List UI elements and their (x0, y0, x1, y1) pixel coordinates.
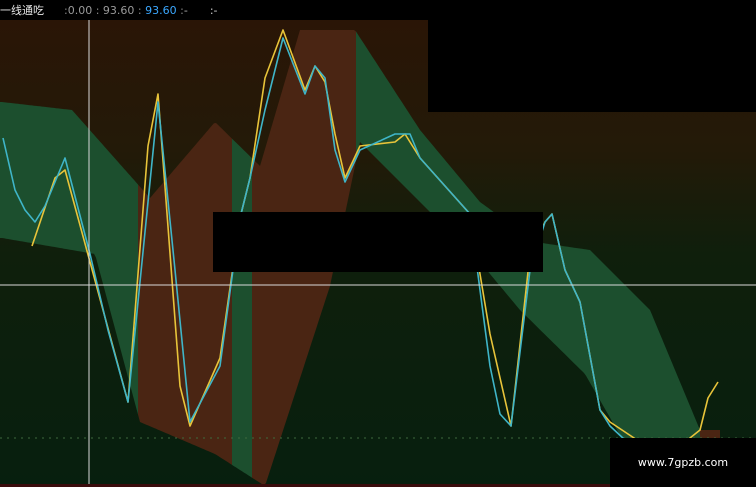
overlay-box-top-right (428, 0, 756, 112)
band-segment-green-2 (232, 138, 252, 478)
overlay-box-center (213, 212, 543, 272)
value-4: - (183, 3, 188, 17)
value-separator: : (134, 3, 146, 17)
watermark-text: www.7gpzb.com (637, 456, 729, 469)
chart-canvas (0, 0, 756, 487)
value-1: 0.00 (67, 3, 93, 17)
value-5-text: - (213, 3, 218, 17)
watermark-box: www.7gpzb.com (610, 438, 756, 487)
value-separator: : (176, 3, 184, 17)
value-2: 93.60 (102, 3, 135, 17)
indicator-header: 一线通吃 : 0.00 : 93.60 : 93.60 : - :- (0, 0, 430, 20)
value-5: :- (209, 3, 218, 17)
value-3: 93.60 (145, 3, 177, 17)
indicator-title: 一线通吃 (0, 4, 44, 17)
value-separator: : (92, 3, 103, 17)
